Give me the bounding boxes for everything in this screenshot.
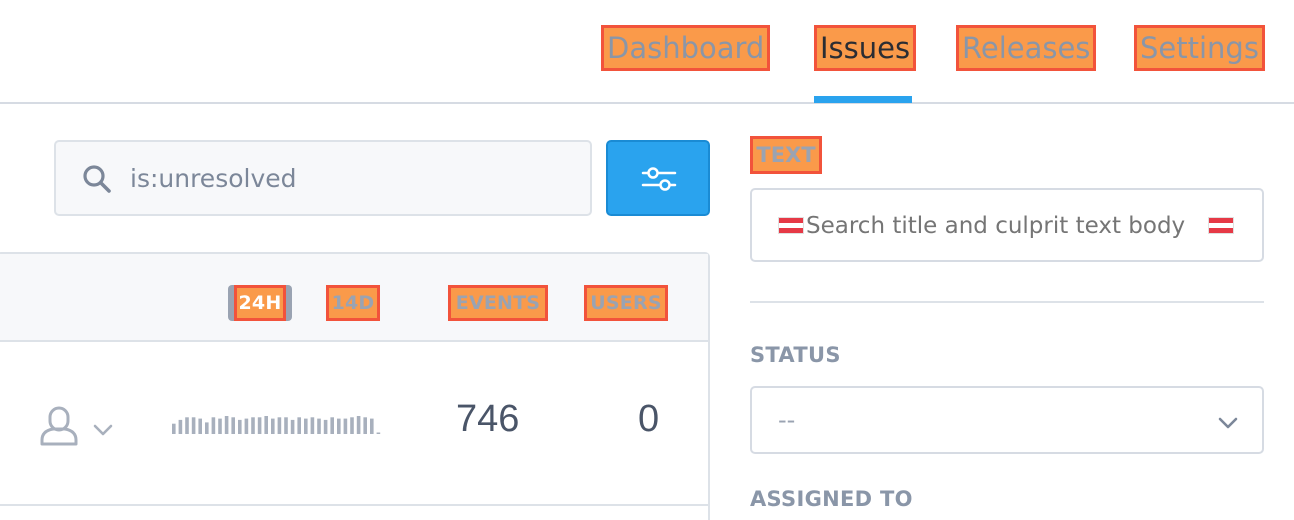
sparkline-bar [370,418,374,434]
status-select[interactable]: -- [750,386,1264,454]
sparkline-bar [284,417,288,434]
sparkline-bar [198,418,202,434]
users-count: 0 [638,398,660,440]
search-box[interactable] [54,140,592,216]
tab-dashboard[interactable]: Dashboard [601,25,771,71]
issues-page: Dashboard Issues Releases Settings is:un… [0,0,1294,520]
top-navigation: Dashboard Issues Releases Settings [0,0,1294,104]
sparkline-bar [257,417,262,434]
sparkline-bar [238,419,242,434]
sparkline-bar [205,422,209,434]
flag-icon [778,217,804,234]
sparkline-bar [363,417,367,434]
tab-releases[interactable]: Releases [956,25,1097,71]
period-14d-toggle[interactable]: 14D [326,285,380,321]
period-24h-toggle[interactable]: 24H [228,285,292,321]
users-column-header: USERS [584,285,668,321]
assigned-to-label: ASSIGNED TO [750,487,913,511]
text-filter-input[interactable] [806,204,1206,248]
tab-settings[interactable]: Settings [1134,25,1265,71]
sparkline-bar [350,417,354,434]
sparkline-bar [251,417,255,434]
sparkline-bar [356,416,361,434]
sparkline-bar [185,417,189,434]
text-filter-label: TEXT [750,136,822,174]
search-icon [82,164,112,198]
chevron-down-icon[interactable] [93,421,113,440]
active-tab-indicator [814,96,912,103]
sparkline-bar [231,417,235,434]
sparkline-bar [244,418,249,434]
sidebar-divider [750,301,1264,303]
search-input[interactable] [130,156,570,200]
sparkline-bar [224,416,229,434]
tab-issues[interactable]: Issues [814,25,917,71]
sparkline-bar [297,417,301,434]
sparkline-bar [277,417,282,434]
sparkline-bar [343,418,348,434]
event-sparkline [172,416,381,434]
sparkline-bar [376,432,381,434]
sparkline-bar [271,418,275,434]
sparkline-bar [310,417,315,434]
sparkline-bar [264,416,268,434]
text-filter-box[interactable] [750,188,1264,262]
sparkline-bar [323,419,328,434]
sparkline-bar [290,419,295,434]
events-column-header: EVENTS [448,285,548,321]
period-24h-label: 24H [234,285,286,321]
table-header: 24H 14D EVENTS USERS [0,254,708,342]
status-label: STATUS [750,343,841,367]
table-row[interactable]: 746 0 [0,342,708,506]
filter-toggle-button[interactable] [606,140,710,216]
sparkline-bar [191,417,196,434]
sparkline-bar [178,419,183,434]
sparkline-bar [304,418,308,434]
sparkline-bar [172,423,176,434]
sparkline-bar [218,418,222,434]
flag-icon [1208,217,1234,234]
status-select-value: -- [778,406,796,434]
sparkline-bar [330,417,334,434]
issues-table: 24H 14D EVENTS USERS 746 0 [0,252,710,520]
events-count: 746 [456,398,520,440]
user-icon[interactable] [36,404,82,452]
sparkline-bar [211,417,216,434]
sparkline-bar [317,418,321,434]
chevron-down-icon [1218,414,1238,433]
sparkline-bar [337,418,341,434]
